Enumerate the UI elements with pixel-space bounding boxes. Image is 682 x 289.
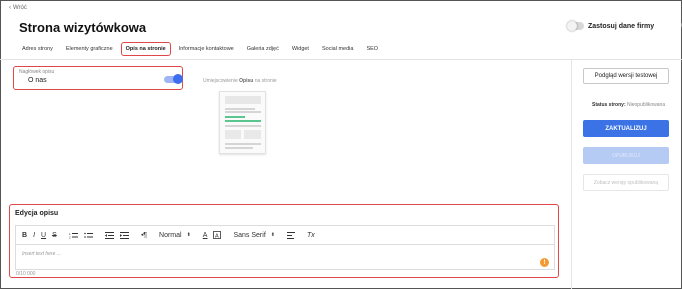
page-title: Strona wizytówkowa — [19, 20, 147, 35]
page-layout-preview — [219, 91, 266, 154]
description-textarea[interactable]: Insert text here ... ! — [15, 245, 555, 270]
help-icon[interactable]: ! — [540, 258, 549, 267]
placement-bold: Opisu — [239, 78, 254, 84]
preview-header-block — [225, 96, 261, 104]
bold-button[interactable]: B — [22, 232, 27, 239]
heading-visibility-toggle[interactable] — [164, 74, 183, 84]
company-data-label: Zastosuj dane firmy — [588, 22, 655, 30]
italic-button[interactable]: I — [33, 232, 35, 239]
tab-graphic-elements[interactable]: Elementy graficzne — [61, 42, 118, 56]
tabs-divider — [0, 59, 682, 60]
outdent-icon[interactable] — [104, 231, 114, 239]
heading-field-label: Nagłówek opisu — [19, 69, 55, 75]
chevron-left-icon: ‹ — [9, 5, 11, 11]
page-status: Status strony: Nieopublikowana — [592, 102, 665, 108]
description-heading-field[interactable]: Nagłówek opisu O nas — [13, 66, 183, 90]
placement-label: Umiejscowienie Opisu na stronie — [203, 78, 277, 84]
underline-button[interactable]: U — [41, 232, 46, 239]
sidebar-divider — [571, 60, 572, 289]
format-select-value: Normal — [159, 231, 182, 239]
preview-description-line — [225, 120, 261, 122]
strikethrough-button[interactable]: S — [52, 232, 57, 239]
font-select-value: Sans Serif — [233, 231, 266, 239]
description-editor: Edycja opisu B I U S 12 ◂ ¶ Normal ⬍ A A … — [9, 204, 559, 278]
publish-button[interactable]: OPUBLIKUJ — [583, 147, 669, 164]
select-arrows-icon: ⬍ — [270, 232, 275, 238]
clear-format-button[interactable]: Tx — [307, 232, 315, 239]
preview-line — [225, 111, 261, 113]
tab-seo[interactable]: SEO — [361, 42, 383, 56]
preview-line — [225, 147, 253, 149]
align-icon[interactable] — [286, 231, 295, 239]
textarea-placeholder: Insert text here ... — [22, 251, 61, 257]
bullet-list-icon[interactable] — [83, 232, 93, 239]
tab-photo-gallery[interactable]: Galeria zdjęć — [242, 42, 284, 56]
text-direction-button[interactable]: ◂ ¶ — [141, 232, 147, 239]
tab-widget[interactable]: Widget — [287, 42, 314, 56]
svg-text:2: 2 — [69, 235, 71, 239]
paragraph-icon: ¶ — [143, 231, 148, 239]
tab-page-address[interactable]: Adres strony — [17, 42, 58, 56]
preview-line — [225, 143, 261, 145]
placement-prefix: Umiejscowienie — [203, 78, 238, 84]
back-label: Wróć — [13, 5, 27, 11]
preview-line — [225, 125, 261, 127]
status-label: Status strony: — [592, 102, 626, 108]
placement-suffix: na stronie — [254, 78, 277, 84]
select-arrows-icon: ⬍ — [186, 232, 191, 238]
preview-description-line — [225, 116, 245, 118]
ordered-list-icon[interactable]: 12 — [69, 232, 78, 239]
tab-contact-info[interactable]: Informacje kontaktowe — [174, 42, 239, 56]
view-published-button[interactable]: Zobacz wersję opublikowaną — [583, 174, 669, 191]
heading-field-value[interactable]: O nas — [28, 77, 47, 84]
indent-icon[interactable] — [119, 231, 129, 239]
tab-social-media[interactable]: Social media — [317, 42, 359, 56]
editor-toolbar: B I U S 12 ◂¶ Normal ⬍ A A Sans Serif ⬍ — [15, 225, 555, 245]
status-value: Nieopublikowana — [627, 102, 666, 108]
preview-line — [225, 108, 255, 110]
company-data-switch[interactable] — [567, 21, 584, 31]
character-counter: 0/10 000 — [16, 271, 36, 277]
font-select[interactable]: Sans Serif ⬍ — [233, 232, 275, 239]
tab-bar: Adres strony Elementy graficzne Opis na … — [17, 42, 386, 56]
switch-knob — [173, 74, 183, 84]
company-data-toggle[interactable]: Zastosuj dane firmy — [567, 21, 655, 31]
preview-block — [244, 130, 261, 139]
font-color-button[interactable]: A — [203, 232, 208, 239]
preview-block — [225, 130, 241, 139]
preview-test-version-button[interactable]: Podgląd wersji testowej — [583, 68, 669, 84]
switch-knob — [567, 21, 577, 31]
back-link[interactable]: ‹ Wróć — [9, 5, 27, 11]
background-color-icon[interactable]: A — [213, 231, 222, 239]
svg-text:A: A — [215, 233, 219, 239]
update-button[interactable]: ZAKTUALIZUJ — [583, 120, 669, 137]
tab-page-description[interactable]: Opis na stronie — [120, 42, 171, 56]
editor-title: Edycja opisu — [15, 210, 59, 217]
format-select[interactable]: Normal ⬍ — [159, 232, 191, 239]
